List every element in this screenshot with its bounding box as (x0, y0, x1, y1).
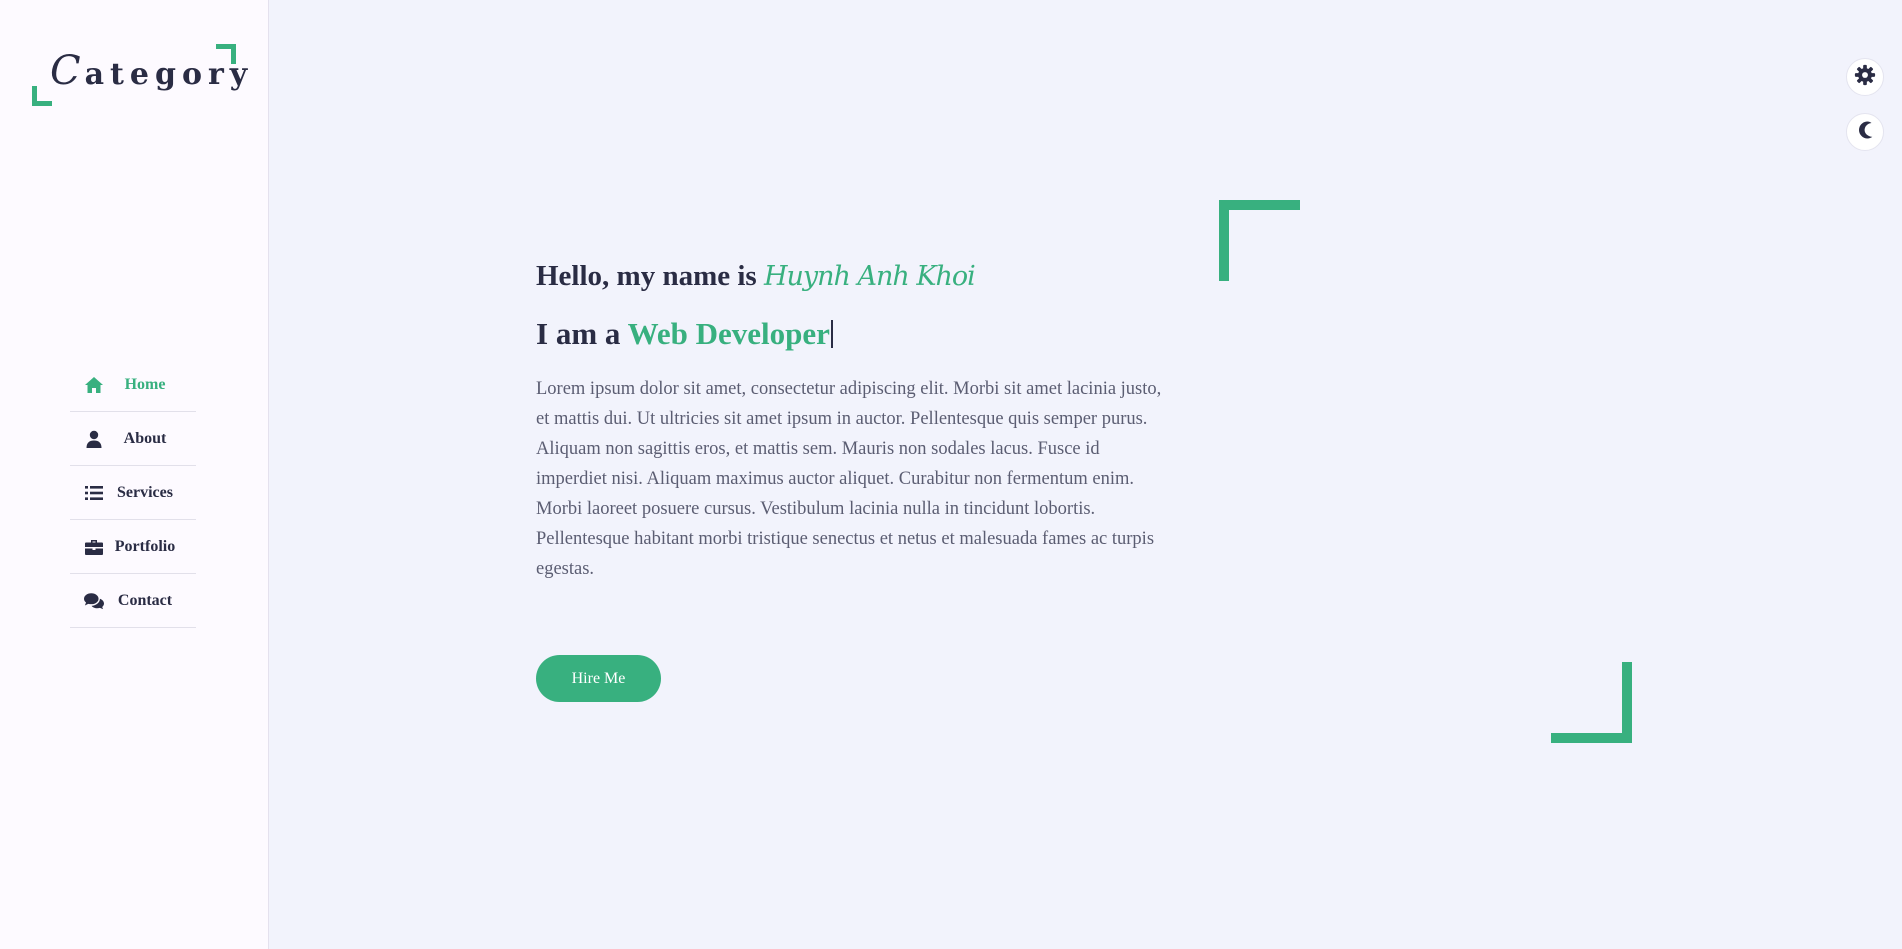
nav-item-label: Contact (117, 591, 173, 609)
role-prefix: I am a (536, 316, 621, 351)
hero-section: Hello, my name is Huynh Anh Khoi I am a … (536, 254, 1186, 702)
nav-item-portfolio[interactable]: Portfolio (70, 520, 196, 574)
typing-cursor (830, 320, 833, 348)
hire-me-button[interactable]: Hire Me (536, 655, 661, 702)
role-title: Web Developer (627, 316, 830, 351)
sidebar: Category Home About Services Portfolio C… (0, 0, 269, 949)
logo-rest: ategory (84, 57, 254, 92)
hero-name: Huynh Anh Khoi (763, 261, 976, 292)
logo-corner-bottom-left (32, 86, 52, 106)
decorative-corner-bottom-right (1551, 662, 1632, 743)
logo-initial: C (50, 48, 85, 94)
nav-item-label: About (123, 429, 167, 447)
nav-item-home[interactable]: Home (70, 358, 196, 412)
moon-icon (1855, 120, 1875, 145)
nav-item-label: Home (124, 375, 166, 393)
nav-item-label: Portfolio (114, 537, 176, 555)
main-nav: Home About Services Portfolio Contact (70, 358, 196, 628)
app-root: Category Home About Services Portfolio C… (0, 0, 1902, 949)
nav-item-about[interactable]: About (70, 412, 196, 466)
settings-button[interactable] (1846, 58, 1884, 96)
hero-greeting: Hello, my name is Huynh Anh Khoi (536, 254, 1186, 298)
greeting-prefix: Hello, my name is (536, 260, 757, 292)
logo-text: Category (50, 48, 253, 94)
hero-role: I am a Web Developer (536, 312, 1186, 356)
nav-item-services[interactable]: Services (70, 466, 196, 520)
nav-item-contact[interactable]: Contact (70, 574, 196, 628)
nav-item-label: Services (117, 483, 173, 501)
gear-icon (1854, 64, 1876, 91)
decorative-corner-top-left (1219, 200, 1300, 281)
hero-bio: Lorem ipsum dolor sit amet, consectetur … (536, 379, 1162, 579)
logo[interactable]: Category (32, 44, 247, 106)
theme-toggle-button[interactable] (1846, 113, 1884, 151)
